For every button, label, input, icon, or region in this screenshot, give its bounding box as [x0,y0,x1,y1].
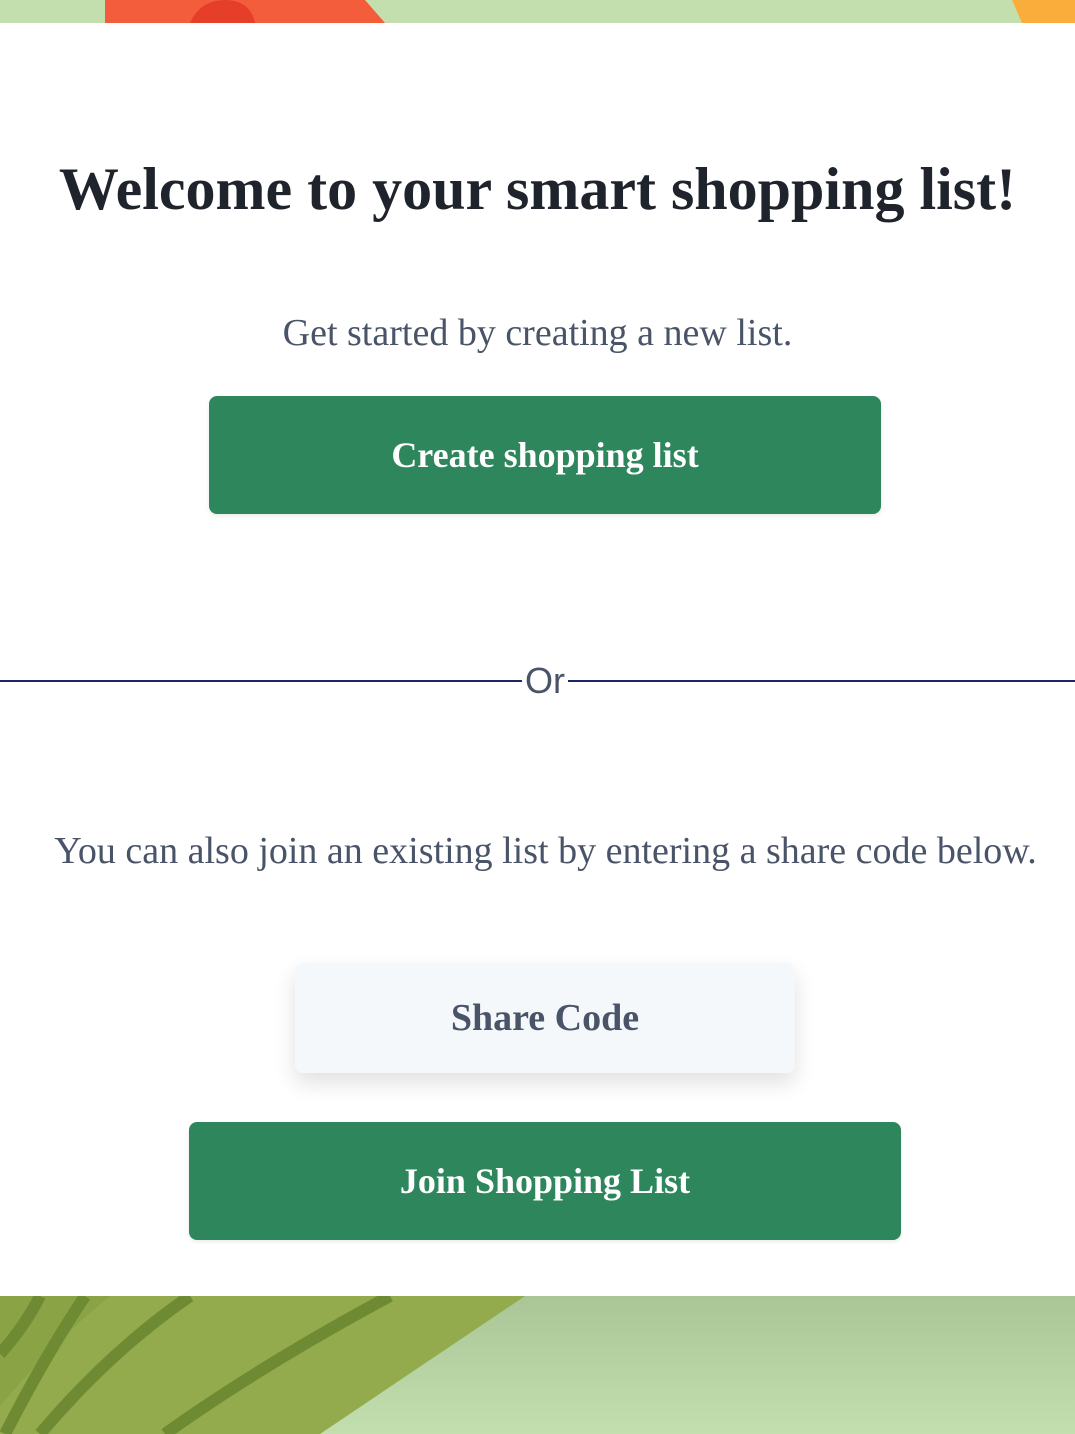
create-shopping-list-button[interactable]: Create shopping list [209,396,881,514]
join-list-description: You can also join an existing list by en… [54,830,1037,872]
or-label: Or [525,660,565,701]
share-code-input[interactable] [295,963,795,1073]
divider-line-right [568,680,1075,682]
join-shopping-list-button[interactable]: Join Shopping List [189,1122,901,1240]
or-divider: Or [0,657,1075,705]
leaf-illustration-icon [0,1296,525,1434]
get-started-text: Get started by creating a new list. [282,312,793,354]
page-title: Welcome to your smart shopping list! [58,156,1017,222]
main-panel: Welcome to your smart shopping list! Get… [0,23,1075,1296]
bottom-decorative-banner [0,1296,1075,1434]
fruit-illustration-icon [0,0,1075,23]
divider-line-left [0,680,522,682]
top-decorative-banner [0,0,1075,23]
